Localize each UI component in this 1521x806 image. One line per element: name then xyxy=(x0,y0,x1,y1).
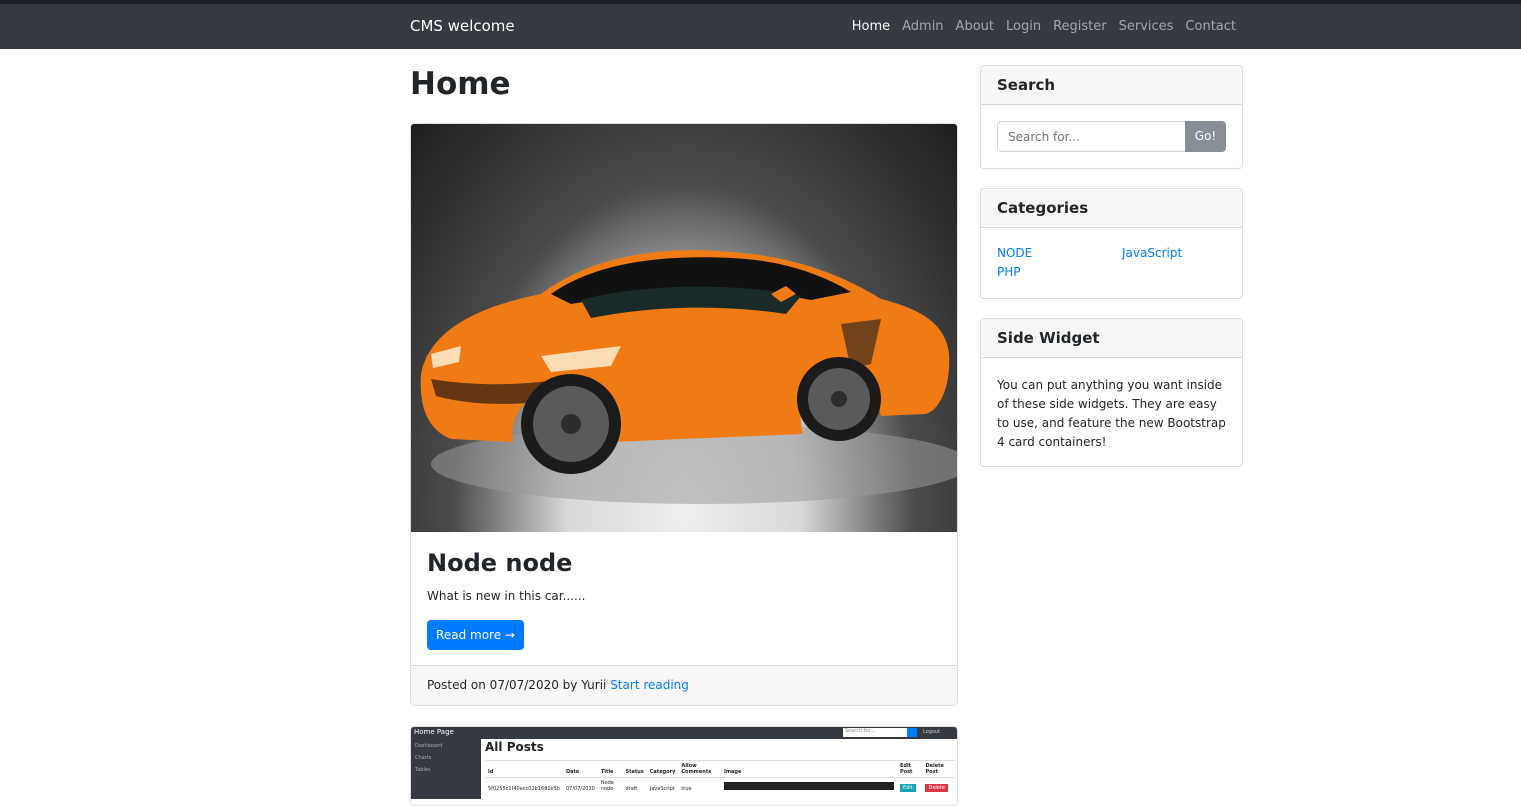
preview-table-header: Id Date Title Status Category Allow Comm… xyxy=(485,760,955,778)
post-card-preview: Home Page Search for... Logout Dashboard… xyxy=(410,726,958,806)
preview-table: Id Date Title Status Category Allow Comm… xyxy=(485,760,955,794)
preview-sidebar-item: Tables xyxy=(415,767,431,773)
preview-col: Delete Post xyxy=(922,760,955,778)
orange-car-image xyxy=(420,250,957,504)
nav-links: Home Admin About Login Register Services… xyxy=(840,19,1236,34)
post-image xyxy=(411,124,957,532)
categories-widget: Categories NODE JavaScript PHP xyxy=(980,188,1243,299)
side-widget: Side Widget You can put anything you wan… xyxy=(980,318,1243,467)
categories-widget-title: Categories xyxy=(981,189,1242,228)
post-title: Node node xyxy=(427,549,573,577)
preview-search-input: Search for... xyxy=(843,728,907,737)
preview-edit-button: Edit xyxy=(899,784,916,792)
preview-col: Allow Comments xyxy=(678,760,721,778)
nav-link-contact[interactable]: Contact xyxy=(1185,19,1236,34)
preview-topbar: Home Page Search for... Logout xyxy=(411,727,957,739)
preview-sidebar-item: Dashboard xyxy=(415,743,443,749)
navbar-brand[interactable]: CMS welcome xyxy=(410,17,515,35)
nav-link-home[interactable]: Home xyxy=(852,19,890,34)
category-link-javascript[interactable]: JavaScript xyxy=(1122,246,1182,260)
page-title: Home xyxy=(410,66,511,102)
nav-link-about[interactable]: About xyxy=(956,19,994,34)
side-widget-text: You can put anything you want inside of … xyxy=(997,378,1226,449)
category-link-node[interactable]: NODE xyxy=(997,246,1032,260)
side-widget-title: Side Widget xyxy=(981,319,1242,358)
search-go-button[interactable]: Go! xyxy=(1185,121,1226,152)
post-excerpt: What is new in this car...... xyxy=(427,589,586,603)
preview-delete-button: Delete xyxy=(925,784,948,792)
category-link-php[interactable]: PHP xyxy=(997,265,1021,279)
search-input[interactable] xyxy=(997,121,1186,152)
nav-link-register[interactable]: Register xyxy=(1053,19,1107,34)
preview-app-title: Home Page xyxy=(414,728,454,736)
nav-link-admin[interactable]: Admin xyxy=(902,19,943,34)
navbar: CMS welcome Home Admin About Login Regis… xyxy=(0,4,1521,49)
preview-col: Edit Post xyxy=(896,760,923,778)
read-more-button[interactable]: Read more → xyxy=(427,620,524,650)
preview-sidebar-item: Charts xyxy=(415,755,432,761)
post-body: Node node What is new in this car...... xyxy=(427,549,586,603)
search-widget: Search Go! xyxy=(980,65,1243,169)
post-meta: Posted on 07/07/2020 by Yurii xyxy=(427,678,607,692)
post-card: Node node What is new in this car...... … xyxy=(410,123,958,706)
preview-col: Title xyxy=(597,760,623,778)
preview-col: Category xyxy=(646,760,679,778)
preview-sidebar: Dashboard Charts Tables xyxy=(411,739,481,799)
preview-col: Date xyxy=(563,760,598,778)
start-reading-link[interactable]: Start reading xyxy=(610,678,689,692)
preview-col: Status xyxy=(622,760,647,778)
search-group: Go! xyxy=(997,121,1227,152)
preview-heading: All Posts xyxy=(485,740,544,754)
nav-link-services[interactable]: Services xyxy=(1119,19,1174,34)
preview-search-icon xyxy=(907,728,917,737)
search-widget-title: Search xyxy=(981,66,1242,105)
preview-thumbnail xyxy=(723,782,894,790)
preview-logout: Logout xyxy=(923,729,941,735)
preview-col: Id xyxy=(485,760,563,778)
post-footer: Posted on 07/07/2020 by Yurii Start read… xyxy=(411,665,957,705)
nav-link-login[interactable]: Login xyxy=(1006,19,1041,34)
preview-col: Image xyxy=(720,760,897,778)
